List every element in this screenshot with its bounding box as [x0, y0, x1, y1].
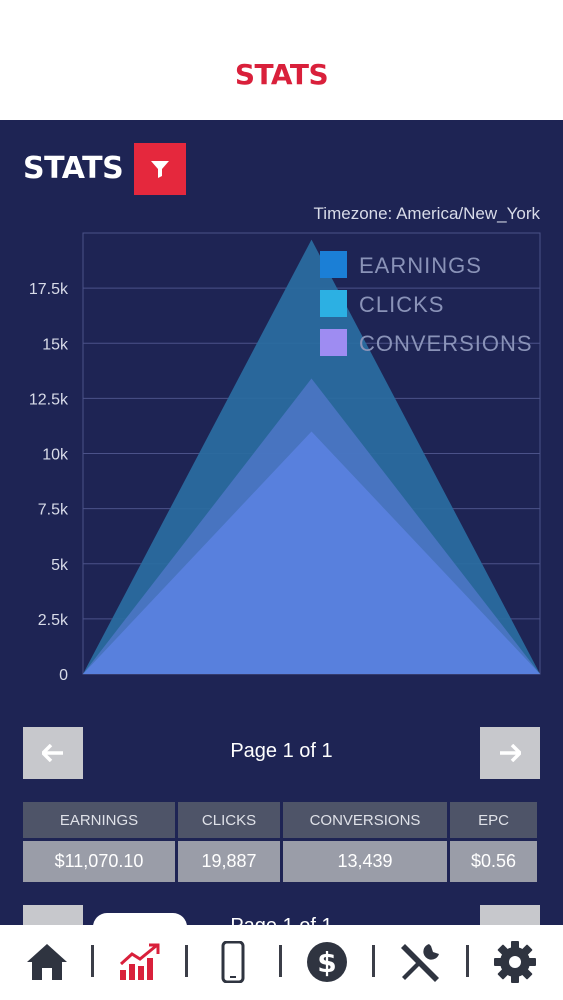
tab-separator	[372, 945, 375, 977]
filter-icon	[151, 161, 169, 178]
legend-swatch-earnings	[320, 251, 347, 278]
page-title: STATS	[234, 58, 329, 91]
y-tick-label: 12.5k	[29, 391, 69, 408]
tab-payments[interactable]: $	[297, 937, 357, 987]
pager: Page 1 of 1	[23, 727, 540, 779]
prev-page-button-bottom[interactable]	[23, 905, 83, 927]
column-header-clicks: CLICKS	[178, 802, 280, 838]
chart-icon	[119, 943, 160, 980]
legend-label-clicks: CLICKS	[359, 292, 444, 317]
filter-button[interactable]	[134, 143, 186, 195]
table-row: $11,070.10 19,887 13,439 $0.56	[23, 841, 540, 882]
cell-conversions: 13,439	[283, 841, 447, 882]
legend-swatch-conversions	[320, 329, 347, 356]
column-header-earnings: EARNINGS	[23, 802, 175, 838]
tab-stats[interactable]	[110, 937, 170, 987]
cell-earnings: $11,070.10	[23, 841, 175, 882]
home-icon	[27, 944, 67, 980]
chart-y-ticks: 0 2.5k 5k 7.5k 10k 12.5k 15k 17.5k	[29, 281, 69, 684]
prev-page-button[interactable]	[23, 727, 83, 779]
y-tick-label: 15k	[42, 336, 69, 353]
cell-epc: $0.56	[450, 841, 537, 882]
tab-tools[interactable]	[391, 937, 451, 987]
arrow-left-icon	[42, 744, 63, 762]
tab-settings[interactable]	[485, 937, 545, 987]
tab-mobile[interactable]	[203, 937, 263, 987]
legend-label-conversions: CONVERSIONS	[359, 331, 533, 356]
y-tick-label: 2.5k	[38, 612, 69, 629]
y-tick-label: 10k	[42, 447, 69, 464]
legend-label-earnings: EARNINGS	[359, 253, 482, 278]
gear-icon	[494, 941, 536, 983]
page-indicator: Page 1 of 1	[230, 740, 333, 762]
stats-table: EARNINGS CLICKS CONVERSIONS EPC $11,070.…	[23, 802, 540, 882]
dollar-icon: $	[307, 942, 347, 982]
tools-icon	[401, 944, 439, 982]
table-header-row: EARNINGS CLICKS CONVERSIONS EPC	[23, 802, 540, 838]
y-tick-label: 7.5k	[38, 502, 69, 519]
y-tick-label: 0	[59, 667, 68, 684]
y-tick-label: 5k	[51, 557, 69, 574]
column-header-conversions: CONVERSIONS	[283, 802, 447, 838]
tab-separator	[279, 945, 282, 977]
tab-separator	[466, 945, 469, 977]
svg-text:$: $	[317, 946, 336, 979]
legend-swatch-clicks	[320, 290, 347, 317]
top-app-bar: STATS	[0, 0, 563, 120]
next-page-button-bottom[interactable]	[480, 905, 540, 927]
tab-separator	[91, 945, 94, 977]
column-header-epc: EPC	[450, 802, 537, 838]
cell-clicks: 19,887	[178, 841, 280, 882]
next-page-button[interactable]	[480, 727, 540, 779]
tab-home[interactable]	[17, 937, 77, 987]
stats-chart: 0 2.5k 5k 7.5k 10k 12.5k 15k 17.5k EARNINGS CLIC…	[29, 232, 541, 684]
arrow-right-icon	[500, 744, 521, 762]
chart-areas	[83, 239, 540, 675]
y-tick-label: 17.5k	[29, 281, 69, 298]
phone-icon	[221, 941, 245, 983]
tab-separator	[185, 945, 188, 977]
stats-heading: STATS	[23, 151, 124, 186]
